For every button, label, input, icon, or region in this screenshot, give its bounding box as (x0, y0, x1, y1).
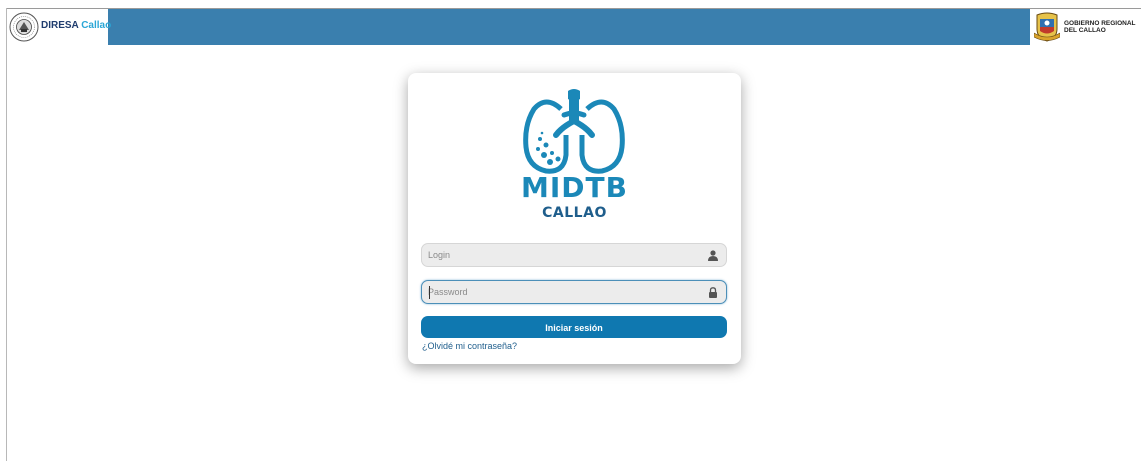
lungs-logo-icon (523, 89, 625, 174)
gov-text-line1: GOBIERNO REGIONAL (1064, 20, 1136, 27)
forgot-password-link[interactable]: ¿Olvidé mi contraseña? (422, 341, 517, 351)
login-submit-button[interactable]: Iniciar sesión (421, 316, 727, 338)
brand-name-primary: DIRESA (41, 20, 79, 31)
gobierno-regional-brand[interactable]: GOBIERNO REGIONAL DEL CALLAO (1030, 9, 1141, 45)
top-header-bar: DIRESA Callao GOBIERNO REGIONAL DEL CALL… (7, 9, 1141, 45)
brand-name-secondary: Callao (81, 20, 112, 31)
gov-text-line2: DEL CALLAO (1064, 27, 1106, 34)
window-left-border (6, 8, 7, 461)
login-card: MIDTB CALLAO Iniciar sesión ¿Olvidé mi c… (408, 73, 741, 364)
password-input[interactable] (428, 283, 698, 301)
password-field[interactable] (421, 280, 727, 304)
gobierno-regional-crest-icon (1034, 12, 1060, 42)
user-icon (708, 250, 718, 261)
page: DIRESA Callao GOBIERNO REGIONAL DEL CALL… (0, 0, 1141, 461)
diresa-brand-text: DIRESA Callao (41, 20, 111, 31)
login-field[interactable] (421, 243, 727, 267)
diresa-brand[interactable]: DIRESA Callao (7, 9, 111, 45)
logo-title: MIDTB (521, 171, 628, 204)
lock-icon (709, 287, 717, 298)
login-input[interactable] (428, 246, 698, 264)
logo-subtitle: CALLAO (542, 205, 607, 221)
diresa-seal-icon (9, 12, 39, 42)
text-cursor (429, 286, 430, 299)
gobierno-regional-text: GOBIERNO REGIONAL DEL CALLAO (1064, 20, 1139, 34)
